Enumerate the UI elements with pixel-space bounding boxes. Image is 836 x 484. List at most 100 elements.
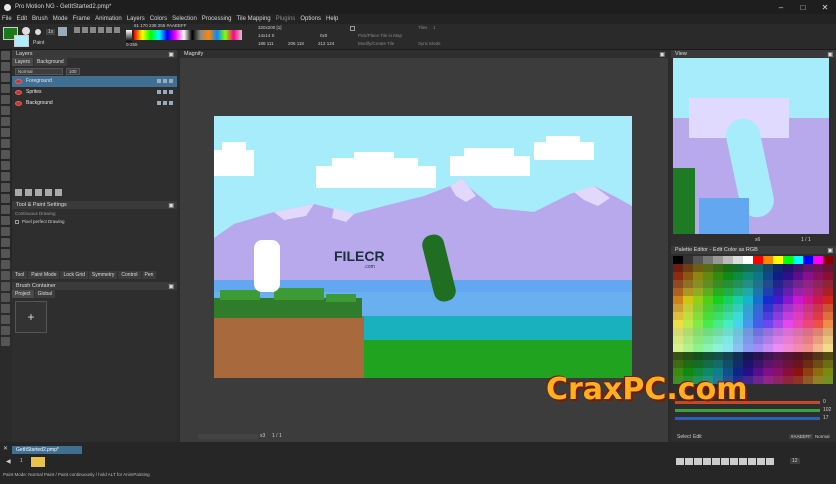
palette-swatch[interactable] xyxy=(823,376,833,384)
palette-swatch[interactable] xyxy=(703,264,713,272)
palette-swatch[interactable] xyxy=(733,320,743,328)
anim-prev-icon[interactable]: ◀ xyxy=(6,458,11,465)
palette-swatch[interactable] xyxy=(773,376,783,384)
undo-icon[interactable] xyxy=(74,27,80,33)
palette-swatch[interactable] xyxy=(683,312,693,320)
grid-icon[interactable] xyxy=(106,27,112,33)
palette-swatch[interactable] xyxy=(793,376,803,384)
palette-swatch[interactable] xyxy=(803,312,813,320)
palette-swatch[interactable] xyxy=(763,368,773,376)
crop-tool-icon[interactable] xyxy=(1,227,10,236)
palette-swatch[interactable] xyxy=(773,296,783,304)
palette-swatch[interactable] xyxy=(783,256,793,264)
palette-swatch[interactable] xyxy=(753,320,763,328)
palette-tab-edit[interactable]: Edit xyxy=(693,434,702,440)
mirror-tool-icon[interactable] xyxy=(1,238,10,247)
menu-item-colors[interactable]: Colors xyxy=(150,16,167,22)
palette-swatch[interactable] xyxy=(753,304,763,312)
menu-item-options[interactable]: Options xyxy=(300,16,321,22)
line-tool-icon[interactable] xyxy=(1,62,10,71)
palette-swatch[interactable] xyxy=(763,360,773,368)
picker-tool-icon[interactable] xyxy=(1,161,10,170)
palette-swatch[interactable] xyxy=(723,256,733,264)
palette-swatch[interactable] xyxy=(803,296,813,304)
palette-swatch[interactable] xyxy=(683,320,693,328)
palette-swatch[interactable] xyxy=(813,296,823,304)
hand-tool-icon[interactable] xyxy=(1,216,10,225)
palette-swatch[interactable] xyxy=(773,368,783,376)
palette-swatch[interactable] xyxy=(823,344,833,352)
ellipse-tool-icon[interactable] xyxy=(1,84,10,93)
palette-swatch[interactable] xyxy=(723,336,733,344)
tile-tool-icon[interactable] xyxy=(1,282,10,291)
palette-swatch[interactable] xyxy=(753,312,763,320)
sync-mode-label[interactable]: Sync Mode xyxy=(418,41,441,46)
palette-swatch[interactable] xyxy=(753,264,763,272)
palette-swatch[interactable] xyxy=(813,312,823,320)
tab-global[interactable]: Global xyxy=(34,290,56,298)
palette-tab-select[interactable]: Select xyxy=(677,434,691,440)
palette-swatch[interactable] xyxy=(673,288,683,296)
palette-swatch[interactable] xyxy=(743,304,753,312)
palette-swatch[interactable] xyxy=(703,272,713,280)
palette-swatch[interactable] xyxy=(713,360,723,368)
delete-frame-icon[interactable] xyxy=(757,458,765,465)
palette-swatch[interactable] xyxy=(683,328,693,336)
pick-tile-label[interactable]: Pick/Place Tile in Map xyxy=(358,33,402,38)
palette-swatch[interactable] xyxy=(733,344,743,352)
onion-icon[interactable] xyxy=(739,458,747,465)
rectangle-tool-icon[interactable] xyxy=(1,73,10,82)
palette-swatch[interactable] xyxy=(723,288,733,296)
palette-swatch[interactable] xyxy=(763,336,773,344)
palette-swatch[interactable] xyxy=(803,280,813,288)
palette-swatch[interactable] xyxy=(783,264,793,272)
palette-swatch[interactable] xyxy=(783,312,793,320)
palette-swatch[interactable] xyxy=(823,280,833,288)
palette-swatch[interactable] xyxy=(713,256,723,264)
palette-swatch[interactable] xyxy=(783,288,793,296)
view-close-icon[interactable]: ▣ xyxy=(827,51,833,58)
palette-swatch[interactable] xyxy=(693,344,703,352)
opacity-input[interactable]: 100 xyxy=(66,67,80,75)
checkbox-icon[interactable] xyxy=(15,219,19,224)
palette-swatch[interactable] xyxy=(823,336,833,344)
palette-swatch[interactable] xyxy=(743,344,753,352)
palette-swatch[interactable] xyxy=(753,336,763,344)
palette-swatch[interactable] xyxy=(773,288,783,296)
palette-swatch[interactable] xyxy=(693,280,703,288)
tiles-checkbox[interactable] xyxy=(350,26,355,31)
palette-swatch[interactable] xyxy=(713,320,723,328)
palette-swatch[interactable] xyxy=(683,304,693,312)
visibility-eye-icon[interactable] xyxy=(15,101,22,106)
palette-swatch[interactable] xyxy=(703,336,713,344)
palette-swatch[interactable] xyxy=(813,328,823,336)
palette-swatch[interactable] xyxy=(783,272,793,280)
menu-item-layers[interactable]: Layers xyxy=(127,16,145,22)
palette-swatch[interactable] xyxy=(693,360,703,368)
palette-swatch[interactable] xyxy=(673,264,683,272)
palette-swatch[interactable] xyxy=(803,344,813,352)
blend-tool-icon[interactable] xyxy=(1,326,10,335)
palette-swatch[interactable] xyxy=(733,288,743,296)
palette-swatch[interactable] xyxy=(713,336,723,344)
tab-symmetry[interactable]: Symmetry xyxy=(88,271,118,279)
palette-swatch[interactable] xyxy=(703,312,713,320)
magnify-scrollbar[interactable] xyxy=(198,434,258,439)
paste-icon[interactable] xyxy=(98,27,104,33)
first-frame-icon[interactable] xyxy=(676,458,684,465)
palette-swatch[interactable] xyxy=(683,360,693,368)
palette-swatch[interactable] xyxy=(793,328,803,336)
visibility-eye-icon[interactable] xyxy=(15,79,22,84)
palette-swatch[interactable] xyxy=(683,256,693,264)
palette-swatch[interactable] xyxy=(813,368,823,376)
palette-swatch[interactable] xyxy=(793,296,803,304)
brush-dot-icon[interactable] xyxy=(35,29,41,35)
palette-swatch[interactable] xyxy=(723,280,733,288)
palette-swatch[interactable] xyxy=(723,272,733,280)
palette-swatch[interactable] xyxy=(703,352,713,360)
palette-swatch[interactable] xyxy=(753,344,763,352)
palette-swatch[interactable] xyxy=(813,280,823,288)
palette-swatch[interactable] xyxy=(773,256,783,264)
smear-tool-icon[interactable] xyxy=(1,304,10,313)
palette-swatch[interactable] xyxy=(753,288,763,296)
